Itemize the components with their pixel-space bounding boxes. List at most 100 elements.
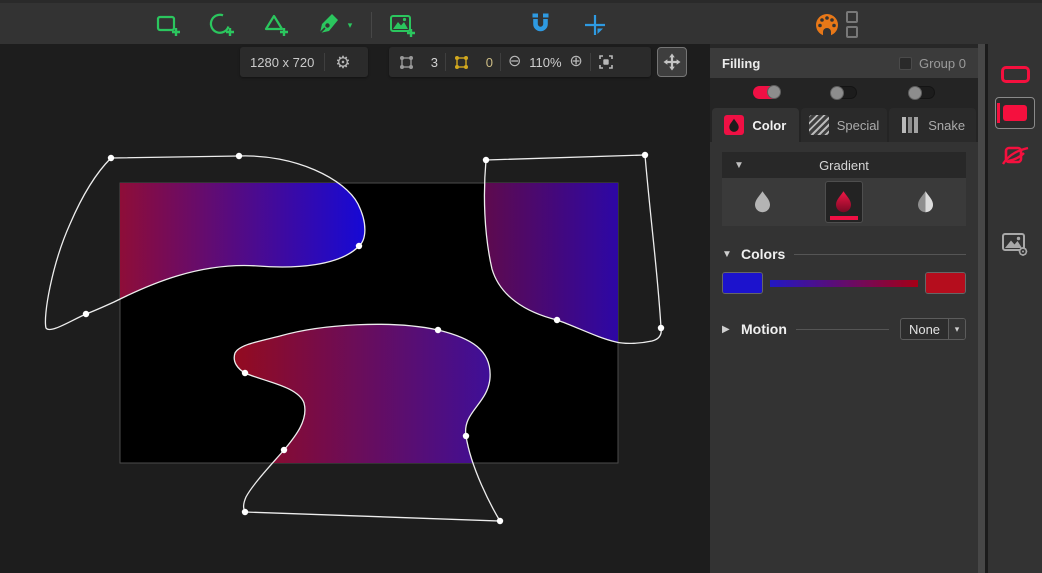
tab-label: Color <box>752 117 787 133</box>
divider <box>324 53 326 71</box>
anchor-point[interactable] <box>434 326 442 334</box>
motion-value: None <box>908 321 941 337</box>
add-image-icon[interactable] <box>386 9 418 41</box>
add-triangle-icon[interactable] <box>260 9 292 41</box>
gradient-stops-row <box>722 272 966 294</box>
nodes-count: 3 <box>430 54 438 70</box>
palette-glyph <box>816 14 838 36</box>
anchor-point[interactable] <box>355 242 363 250</box>
anchor-point[interactable] <box>107 154 115 162</box>
add-ellipse-glyph <box>209 13 234 36</box>
anchor-point[interactable] <box>482 156 490 164</box>
motion-label: Motion <box>741 321 787 337</box>
anchor-point[interactable] <box>641 151 649 159</box>
panel-scrollbar[interactable] <box>978 44 985 573</box>
color-tab-content: ▼ Gradient ▼ Colors ▶ Motion None ▾ <box>710 142 978 340</box>
add-anchor-glyph <box>585 15 605 35</box>
gradient-droplet-icon <box>836 191 852 213</box>
pan-arrows-icon <box>663 53 681 71</box>
fill-pattern-button[interactable] <box>906 181 944 223</box>
motion-section-header[interactable]: ▶ Motion None ▾ <box>722 318 966 340</box>
start-color-swatch[interactable] <box>722 272 763 294</box>
artboard-size-label: 1280 x 720 <box>250 54 315 70</box>
stroke-style-icon[interactable] <box>1000 141 1030 169</box>
tab-special[interactable]: Special <box>800 108 888 142</box>
group-checkbox[interactable] <box>899 56 913 70</box>
anchor-point[interactable] <box>241 508 249 516</box>
gradient-header[interactable]: ▼ Gradient <box>722 152 966 178</box>
chevron-down-icon: ▼ <box>722 248 732 260</box>
anchor-point[interactable] <box>462 432 470 440</box>
artboard-scene <box>44 151 665 525</box>
colors-section-header[interactable]: ▼ Colors <box>722 246 966 262</box>
gradient-preview-bar[interactable] <box>770 279 918 287</box>
layout-square-bottom <box>846 26 858 38</box>
style-sidebar <box>988 44 1042 573</box>
motion-dropdown[interactable]: None ▾ <box>900 318 966 340</box>
image-fill-settings-icon[interactable] <box>1001 231 1029 257</box>
pan-tool-button[interactable] <box>657 47 687 77</box>
add-anchor-icon[interactable] <box>579 9 611 41</box>
color-palette-icon[interactable] <box>811 9 843 41</box>
fill-solid-button[interactable] <box>744 181 782 223</box>
add-rectangle-icon[interactable] <box>152 9 184 41</box>
artboard-settings-gear-icon[interactable]: ⚙ <box>335 54 350 71</box>
snapping-magnet-icon[interactable] <box>524 9 556 41</box>
chevron-down-icon: ▾ <box>948 319 965 339</box>
divider <box>795 328 889 330</box>
tab-snake[interactable]: Snake <box>889 108 977 142</box>
tab-label: Special <box>836 117 880 133</box>
zoom-in-icon[interactable]: ⊕ <box>569 54 582 70</box>
pen-dropdown-icon[interactable]: ▾ <box>342 9 358 41</box>
solid-droplet-icon <box>755 191 771 213</box>
handles-count-icon <box>455 55 468 69</box>
group-label: Group 0 <box>919 55 966 71</box>
panel-layout-icon[interactable] <box>846 11 858 38</box>
color-droplet-icon <box>724 115 745 135</box>
nodes-zoom-toolbar: 3 0 ⊖ 110% ⊕ <box>389 47 651 77</box>
chevron-down-icon: ▼ <box>734 159 744 171</box>
colors-label: Colors <box>741 246 786 262</box>
fill-rectangle-icon <box>1003 105 1027 121</box>
pen-glyph <box>319 14 338 34</box>
toggle-knob <box>907 85 922 100</box>
fill-rectangle-button-selected[interactable] <box>995 97 1035 129</box>
anchor-point[interactable] <box>280 446 288 454</box>
anchor-point[interactable] <box>657 324 665 332</box>
nodes-count-icon <box>400 55 413 69</box>
add-ellipse-icon[interactable] <box>206 9 238 41</box>
layout-square-top <box>846 11 858 23</box>
toggle-2[interactable] <box>830 85 858 100</box>
top-toolbar: ▾ <box>0 0 1042 44</box>
selection-marker <box>997 103 1000 123</box>
anchor-point[interactable] <box>241 369 249 377</box>
anchor-point[interactable] <box>82 310 90 318</box>
zoom-out-icon[interactable]: ⊖ <box>508 54 521 70</box>
divider <box>500 53 501 71</box>
divider <box>445 53 446 71</box>
fit-to-screen-icon[interactable] <box>598 54 614 70</box>
group-control[interactable]: Group 0 <box>899 56 966 71</box>
pen-tool-icon[interactable] <box>312 9 344 41</box>
fill-gradient-button[interactable] <box>824 181 863 223</box>
stroke-rectangle-icon[interactable] <box>1000 66 1030 83</box>
anchor-point[interactable] <box>553 316 561 324</box>
toggle-knob <box>767 84 782 99</box>
fill-visible-toggle[interactable] <box>753 84 782 99</box>
toggle-row <box>710 78 978 106</box>
canvas-viewport[interactable]: 1280 x 720 ⚙ 3 0 ⊖ 110% ⊕ <box>0 44 710 573</box>
gradient-type-row <box>722 178 966 226</box>
add-rectangle-glyph <box>156 15 180 36</box>
chevron-right-icon: ▶ <box>722 323 730 335</box>
tab-color[interactable]: Color <box>712 108 799 142</box>
artboard-size-toolbar: 1280 x 720 ⚙ <box>240 47 368 77</box>
zoom-level[interactable]: 110% <box>528 55 562 70</box>
anchor-point[interactable] <box>235 152 243 160</box>
chevron-down-icon: ▾ <box>347 19 353 30</box>
vector-editor-window: ▾ 1280 x 720 ⚙ 3 0 ⊖ 110% ⊕ Filling Grou… <box>0 0 1042 573</box>
toggle-3[interactable] <box>907 85 935 100</box>
end-color-swatch[interactable] <box>925 272 966 294</box>
toggle-knob <box>830 85 845 100</box>
anchor-point[interactable] <box>496 517 504 525</box>
handles-count: 0 <box>485 54 493 70</box>
